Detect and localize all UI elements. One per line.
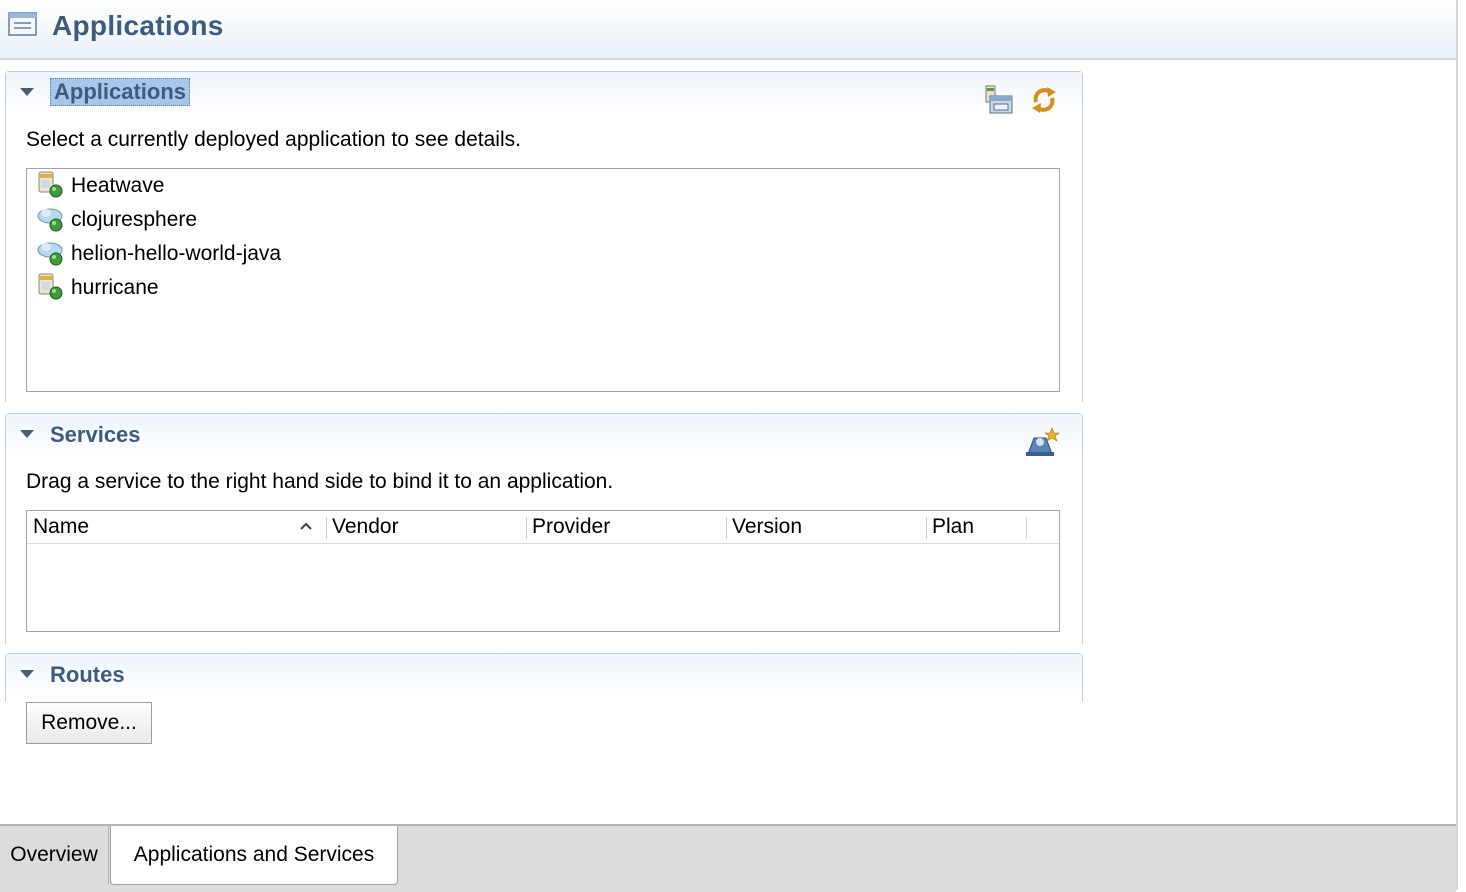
tab-overview[interactable]: Overview bbox=[0, 826, 109, 884]
list-item-heatwave[interactable]: Heatwave bbox=[37, 171, 164, 201]
deploy-app-icon[interactable] bbox=[982, 84, 1016, 121]
routes-section-header[interactable]: Routes bbox=[6, 654, 1082, 698]
app-cloud-icon bbox=[37, 238, 65, 271]
column-separator[interactable] bbox=[526, 517, 527, 539]
sort-ascending-icon bbox=[299, 517, 313, 540]
services-section-title[interactable]: Services bbox=[50, 422, 141, 448]
column-header-label: Provider bbox=[532, 515, 611, 538]
collapse-services-icon[interactable] bbox=[20, 430, 34, 438]
list-item-label: helion-hello-world-java bbox=[71, 242, 282, 265]
list-item-label: Heatwave bbox=[71, 174, 165, 197]
editor-header: Applications bbox=[0, 0, 1456, 60]
editor-tab-bar: Overview Applications and Services bbox=[0, 824, 1456, 892]
services-description: Drag a service to the right hand side to… bbox=[26, 470, 614, 493]
column-header-label: Name bbox=[33, 515, 90, 538]
editor-form-icon bbox=[8, 12, 38, 43]
routes-section: Routes bbox=[5, 653, 1083, 702]
collapse-routes-icon[interactable] bbox=[20, 670, 34, 678]
list-item-helion-hello-world-java[interactable]: helion-hello-world-java bbox=[37, 239, 281, 269]
collapse-applications-icon[interactable] bbox=[20, 88, 34, 96]
column-separator[interactable] bbox=[326, 517, 327, 539]
list-item-label: hurricane bbox=[71, 276, 159, 299]
column-header-label: Plan bbox=[932, 515, 975, 538]
add-service-icon[interactable] bbox=[1024, 426, 1060, 463]
tab-label: Applications and Services bbox=[133, 843, 375, 866]
editor-title: Applications bbox=[52, 10, 224, 41]
column-separator[interactable] bbox=[1026, 517, 1027, 539]
column-header-vendor[interactable]: Vendor bbox=[332, 511, 522, 543]
column-separator[interactable] bbox=[926, 517, 927, 539]
tab-applications-and-services[interactable]: Applications and Services bbox=[110, 826, 398, 885]
column-header-label: Version bbox=[732, 515, 803, 538]
applications-section-title[interactable]: Applications bbox=[50, 78, 191, 106]
list-item-clojuresphere[interactable]: clojuresphere bbox=[37, 205, 197, 235]
applications-description: Select a currently deployed application … bbox=[26, 128, 521, 151]
app-cloud-icon bbox=[37, 204, 65, 237]
column-header-name[interactable]: Name bbox=[33, 511, 323, 543]
applications-list[interactable]: Heatwave clojuresphere helion-hello-worl… bbox=[26, 168, 1060, 392]
column-separator[interactable] bbox=[726, 517, 727, 539]
app-server-icon bbox=[37, 272, 65, 305]
app-server-icon bbox=[37, 170, 65, 203]
column-header-plan[interactable]: Plan bbox=[932, 511, 1022, 543]
routes-section-title[interactable]: Routes bbox=[50, 662, 125, 688]
list-item-hurricane[interactable]: hurricane bbox=[37, 273, 159, 303]
remove-route-button[interactable]: Remove... bbox=[26, 702, 152, 744]
table-header-divider bbox=[27, 543, 1059, 544]
applications-section-header[interactable]: Applications bbox=[6, 72, 1082, 116]
refresh-icon[interactable] bbox=[1028, 84, 1060, 121]
services-section-header[interactable]: Services bbox=[6, 414, 1082, 458]
editor-right-border bbox=[1456, 0, 1458, 890]
column-header-label: Vendor bbox=[332, 515, 399, 538]
list-item-label: clojuresphere bbox=[71, 208, 198, 231]
tab-label: Overview bbox=[10, 843, 98, 866]
services-table[interactable]: Name Vendor Provider Version Plan bbox=[26, 510, 1060, 632]
column-header-version[interactable]: Version bbox=[732, 511, 922, 543]
column-header-provider[interactable]: Provider bbox=[532, 511, 722, 543]
